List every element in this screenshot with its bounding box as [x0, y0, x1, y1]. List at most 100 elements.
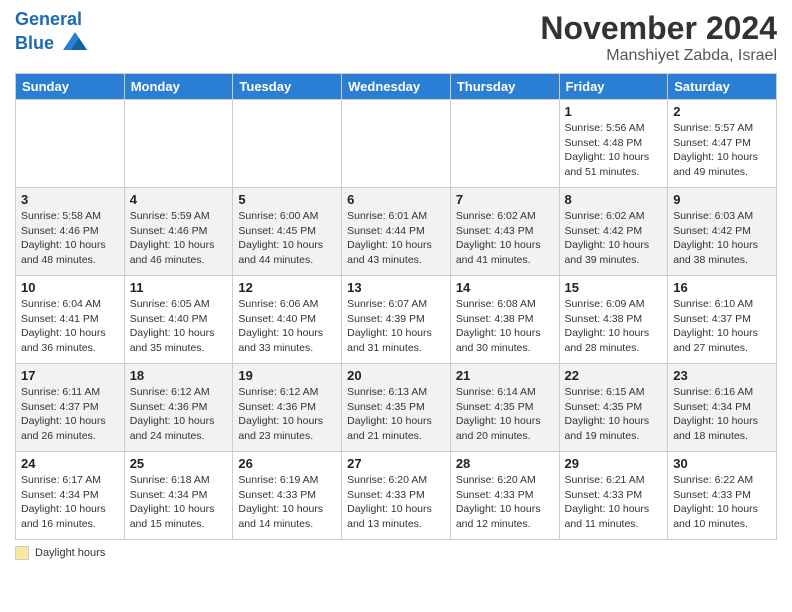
- day-number: 18: [130, 368, 228, 383]
- day-info: Sunrise: 5:56 AM Sunset: 4:48 PM Dayligh…: [565, 121, 663, 180]
- calendar-table: SundayMondayTuesdayWednesdayThursdayFrid…: [15, 73, 777, 540]
- calendar-weekday-thursday: Thursday: [450, 74, 559, 100]
- day-info: Sunrise: 6:00 AM Sunset: 4:45 PM Dayligh…: [238, 209, 336, 268]
- calendar-weekday-friday: Friday: [559, 74, 668, 100]
- calendar-week-row-2: 10Sunrise: 6:04 AM Sunset: 4:41 PM Dayli…: [16, 276, 777, 364]
- legend: Daylight hours: [15, 546, 777, 560]
- day-number: 12: [238, 280, 336, 295]
- day-number: 13: [347, 280, 445, 295]
- calendar-cell: 13 Sunrise: 6:07 AM Sunset: 4:39 PM Dayli…: [342, 276, 451, 364]
- calendar-weekday-sunday: Sunday: [16, 74, 125, 100]
- title-block: November 2024 Manshiyet Zabda, Israel: [540, 10, 777, 65]
- day-number: 1: [565, 104, 663, 119]
- calendar-cell: 21Sunrise: 6:14 AM Sunset: 4:35 PM Dayli…: [450, 364, 559, 452]
- calendar-cell: 8 Sunrise: 6:02 AM Sunset: 4:42 PM Daylig…: [559, 188, 668, 276]
- calendar-cell: 16 Sunrise: 6:10 AM Sunset: 4:37 PM Dayli…: [668, 276, 777, 364]
- day-info: Sunrise: 6:20 AM Sunset: 4:33 PM Dayligh…: [347, 473, 445, 532]
- calendar-cell: 5 Sunrise: 6:00 AM Sunset: 4:45 PM Daylig…: [233, 188, 342, 276]
- calendar-cell: 2 Sunrise: 5:57 AM Sunset: 4:47 PM Daylig…: [668, 100, 777, 188]
- calendar-weekday-saturday: Saturday: [668, 74, 777, 100]
- day-number: 29: [565, 456, 663, 471]
- calendar-cell: 9Sunrise: 6:03 AM Sunset: 4:42 PM Daylig…: [668, 188, 777, 276]
- day-info: Sunrise: 6:21 AM Sunset: 4:33 PM Dayligh…: [565, 473, 663, 532]
- day-info: Sunrise: 6:20 AM Sunset: 4:33 PM Dayligh…: [456, 473, 554, 532]
- day-info: Sunrise: 6:12 AM Sunset: 4:36 PM Dayligh…: [238, 385, 336, 444]
- day-info: Sunrise: 6:07 AM Sunset: 4:39 PM Dayligh…: [347, 297, 445, 356]
- calendar-cell: 14 Sunrise: 6:08 AM Sunset: 4:38 PM Dayli…: [450, 276, 559, 364]
- day-number: 17: [21, 368, 119, 383]
- legend-color-box: [15, 546, 29, 560]
- day-info: Sunrise: 5:59 AM Sunset: 4:46 PM Dayligh…: [130, 209, 228, 268]
- day-number: 19: [238, 368, 336, 383]
- day-number: 3: [21, 192, 119, 207]
- day-info: Sunrise: 6:15 AM Sunset: 4:35 PM Dayligh…: [565, 385, 663, 444]
- day-number: 14: [456, 280, 554, 295]
- day-number: 8: [565, 192, 663, 207]
- day-number: 10: [21, 280, 119, 295]
- calendar-cell: 3Sunrise: 5:58 AM Sunset: 4:46 PM Daylig…: [16, 188, 125, 276]
- page-header: General Blue November 2024 Manshiyet Zab…: [15, 10, 777, 65]
- legend-label: Daylight hours: [35, 547, 105, 559]
- calendar-week-row-1: 3Sunrise: 5:58 AM Sunset: 4:46 PM Daylig…: [16, 188, 777, 276]
- day-info: Sunrise: 6:05 AM Sunset: 4:40 PM Dayligh…: [130, 297, 228, 356]
- calendar-weekday-monday: Monday: [124, 74, 233, 100]
- day-number: 9: [673, 192, 771, 207]
- day-number: 16: [673, 280, 771, 295]
- calendar-cell: 22 Sunrise: 6:15 AM Sunset: 4:35 PM Dayli…: [559, 364, 668, 452]
- day-info: Sunrise: 6:08 AM Sunset: 4:38 PM Dayligh…: [456, 297, 554, 356]
- calendar-cell: [342, 100, 451, 188]
- logo-icon: [61, 30, 89, 58]
- calendar-cell: 24Sunrise: 6:17 AM Sunset: 4:34 PM Dayli…: [16, 452, 125, 540]
- day-number: 26: [238, 456, 336, 471]
- calendar-cell: 15 Sunrise: 6:09 AM Sunset: 4:38 PM Dayli…: [559, 276, 668, 364]
- day-number: 2: [673, 104, 771, 119]
- calendar-cell: 27Sunrise: 6:20 AM Sunset: 4:33 PM Dayli…: [342, 452, 451, 540]
- day-number: 7: [456, 192, 554, 207]
- day-info: Sunrise: 6:22 AM Sunset: 4:33 PM Dayligh…: [673, 473, 771, 532]
- day-info: Sunrise: 6:19 AM Sunset: 4:33 PM Dayligh…: [238, 473, 336, 532]
- day-info: Sunrise: 6:11 AM Sunset: 4:37 PM Dayligh…: [21, 385, 119, 444]
- location: Manshiyet Zabda, Israel: [540, 47, 777, 65]
- calendar-cell: 6Sunrise: 6:01 AM Sunset: 4:44 PM Daylig…: [342, 188, 451, 276]
- day-number: 11: [130, 280, 228, 295]
- calendar-cell: 1 Sunrise: 5:56 AM Sunset: 4:48 PM Daylig…: [559, 100, 668, 188]
- calendar-weekday-tuesday: Tuesday: [233, 74, 342, 100]
- day-number: 21: [456, 368, 554, 383]
- calendar-week-row-0: 1 Sunrise: 5:56 AM Sunset: 4:48 PM Daylig…: [16, 100, 777, 188]
- logo-general: General: [15, 9, 82, 29]
- day-number: 28: [456, 456, 554, 471]
- month-title: November 2024: [540, 10, 777, 47]
- day-info: Sunrise: 6:02 AM Sunset: 4:42 PM Dayligh…: [565, 209, 663, 268]
- calendar-cell: 26 Sunrise: 6:19 AM Sunset: 4:33 PM Dayli…: [233, 452, 342, 540]
- calendar-cell: 28 Sunrise: 6:20 AM Sunset: 4:33 PM Dayli…: [450, 452, 559, 540]
- calendar-week-row-3: 17 Sunrise: 6:11 AM Sunset: 4:37 PM Dayli…: [16, 364, 777, 452]
- calendar-cell: 20 Sunrise: 6:13 AM Sunset: 4:35 PM Dayli…: [342, 364, 451, 452]
- calendar-cell: 19 Sunrise: 6:12 AM Sunset: 4:36 PM Dayli…: [233, 364, 342, 452]
- day-info: Sunrise: 5:57 AM Sunset: 4:47 PM Dayligh…: [673, 121, 771, 180]
- day-info: Sunrise: 6:02 AM Sunset: 4:43 PM Dayligh…: [456, 209, 554, 268]
- calendar-cell: [124, 100, 233, 188]
- day-info: Sunrise: 6:16 AM Sunset: 4:34 PM Dayligh…: [673, 385, 771, 444]
- day-number: 24: [21, 456, 119, 471]
- day-number: 15: [565, 280, 663, 295]
- calendar-cell: [450, 100, 559, 188]
- day-number: 22: [565, 368, 663, 383]
- day-info: Sunrise: 6:09 AM Sunset: 4:38 PM Dayligh…: [565, 297, 663, 356]
- day-info: Sunrise: 6:10 AM Sunset: 4:37 PM Dayligh…: [673, 297, 771, 356]
- day-number: 4: [130, 192, 228, 207]
- calendar-cell: [233, 100, 342, 188]
- logo-blue: Blue: [15, 33, 54, 53]
- calendar-cell: 7 Sunrise: 6:02 AM Sunset: 4:43 PM Daylig…: [450, 188, 559, 276]
- day-number: 5: [238, 192, 336, 207]
- day-info: Sunrise: 6:13 AM Sunset: 4:35 PM Dayligh…: [347, 385, 445, 444]
- day-number: 6: [347, 192, 445, 207]
- calendar-cell: 17 Sunrise: 6:11 AM Sunset: 4:37 PM Dayli…: [16, 364, 125, 452]
- calendar-cell: 29 Sunrise: 6:21 AM Sunset: 4:33 PM Dayli…: [559, 452, 668, 540]
- day-number: 20: [347, 368, 445, 383]
- calendar-cell: 11 Sunrise: 6:05 AM Sunset: 4:40 PM Dayli…: [124, 276, 233, 364]
- calendar-cell: 25Sunrise: 6:18 AM Sunset: 4:34 PM Dayli…: [124, 452, 233, 540]
- day-number: 30: [673, 456, 771, 471]
- calendar-cell: 30 Sunrise: 6:22 AM Sunset: 4:33 PM Dayli…: [668, 452, 777, 540]
- calendar-header-row: SundayMondayTuesdayWednesdayThursdayFrid…: [16, 74, 777, 100]
- day-number: 25: [130, 456, 228, 471]
